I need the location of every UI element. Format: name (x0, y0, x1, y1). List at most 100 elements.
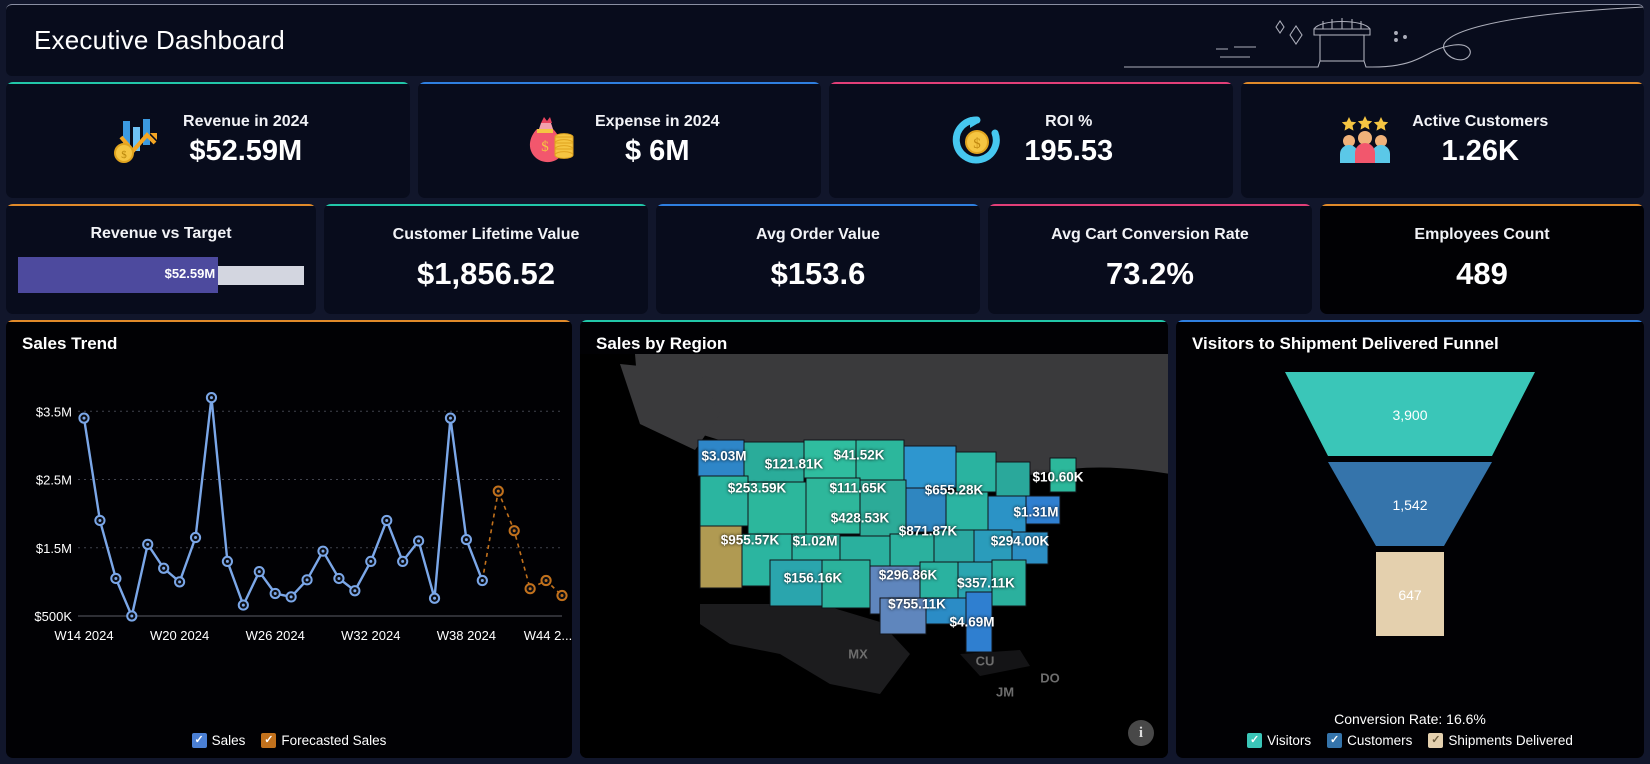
kpi-card-revenue[interactable]: $ Revenue in 2024 $52.59M (6, 82, 410, 198)
svg-text:W20 2024: W20 2024 (150, 628, 209, 643)
checkbox-icon[interactable]: ✓ (1428, 733, 1443, 748)
map-country-label: CU (976, 654, 995, 669)
funnel-conversion-rate: Conversion Rate: 16.6% (1176, 711, 1644, 729)
svg-text:$1.5M: $1.5M (36, 541, 72, 556)
svg-text:W38 2024: W38 2024 (437, 628, 496, 643)
kpi-label: Revenue vs Target (90, 225, 231, 243)
kpi-row-secondary: Revenue vs Target $52.59M Customer Lifet… (6, 204, 1644, 314)
legend-item-shipments-delivered[interactable]: ✓ Shipments Delivered (1428, 733, 1573, 748)
kpi-label: Active Customers (1412, 113, 1548, 131)
panel-sales-trend: Sales Trend $500K $1.5M $2.5M $3.5M W14 2024… (6, 320, 572, 758)
legend-item-customers[interactable]: ✓ Customers (1327, 733, 1412, 748)
checkbox-icon[interactable]: ✓ (192, 733, 207, 748)
info-icon[interactable]: i (1128, 720, 1154, 746)
page-title: Executive Dashboard (34, 25, 285, 56)
kpi-card-active-customers[interactable]: Active Customers 1.26K (1241, 82, 1645, 198)
map-country-label: JM (996, 685, 1014, 700)
map-region-value-label: $655.28K (925, 483, 984, 498)
legend-item-sales[interactable]: ✓ Sales (192, 733, 246, 748)
bar-chart-money-icon: $ (107, 111, 165, 169)
map-region-value-label: $3.03M (701, 449, 746, 464)
legend-label: Sales (212, 733, 246, 748)
kpi-label: Customer Lifetime Value (393, 226, 580, 244)
map-country-label: MX (848, 647, 868, 662)
kpi-value: $153.6 (771, 256, 866, 292)
legend-item-forecasted-sales[interactable]: ✓ Forecasted Sales (261, 733, 386, 748)
kpi-card-employees-count[interactable]: Employees Count 489 (1320, 204, 1644, 314)
kpi-card-expense[interactable]: $ Expense in 2024 $ 6M (418, 82, 822, 198)
map-region-value-label: $121.81K (765, 457, 824, 472)
map-region-value-label: $955.57K (721, 533, 780, 548)
kpi-label: Revenue in 2024 (183, 113, 308, 131)
kpi-label: Avg Order Value (756, 226, 880, 244)
map-region-value-label: $296.86K (879, 568, 938, 583)
dashboard-root: Executive Dashboard (0, 0, 1650, 764)
svg-text:647: 647 (1398, 587, 1422, 603)
storefront-line-art-icon (1124, 5, 1644, 76)
svg-text:W44 2...: W44 2... (524, 628, 572, 643)
map-region-value-label: $428.53K (831, 511, 890, 526)
funnel-chart[interactable]: 3,900 1,542 647 (1176, 354, 1644, 711)
map-region-value-label: $111.65K (829, 481, 886, 496)
legend-label: Visitors (1267, 733, 1311, 748)
charts-row: Sales Trend $500K $1.5M $2.5M $3.5M W14 2024… (6, 320, 1644, 758)
svg-text:$2.5M: $2.5M (36, 473, 72, 488)
panel-funnel: Visitors to Shipment Delivered Funnel 3,… (1176, 320, 1644, 758)
map-region-value-label: $10.60K (1032, 470, 1083, 485)
money-bag-icon: $ (519, 111, 577, 169)
kpi-card-avg-order-value[interactable]: Avg Order Value $153.6 (656, 204, 980, 314)
legend-item-visitors[interactable]: ✓ Visitors (1247, 733, 1311, 748)
kpi-card-clv[interactable]: Customer Lifetime Value $1,856.52 (324, 204, 648, 314)
panel-sales-by-region: Sales by Region $3.03M$121.81K$41.52K$10… (580, 320, 1168, 758)
legend-label: Customers (1347, 733, 1412, 748)
svg-text:$3.5M: $3.5M (36, 404, 72, 419)
kpi-value: $1,856.52 (417, 256, 555, 292)
map-region-value-label: $253.59K (728, 481, 787, 496)
svg-text:3,900: 3,900 (1392, 407, 1427, 423)
kpi-value: 195.53 (1024, 135, 1113, 168)
svg-text:W32 2024: W32 2024 (341, 628, 400, 643)
funnel-legend: ✓ Visitors ✓ Customers ✓ Shipments Deliv… (1176, 729, 1644, 758)
sales-trend-legend: ✓ Sales ✓ Forecasted Sales (6, 729, 572, 758)
map-region-value-label: $1.31M (1013, 505, 1058, 520)
map-region-value-label: $156.16K (784, 571, 843, 586)
checkbox-icon[interactable]: ✓ (1327, 733, 1342, 748)
svg-text:$500K: $500K (34, 609, 72, 624)
kpi-value: 73.2% (1106, 256, 1194, 292)
kpi-value: 489 (1456, 256, 1508, 292)
legend-label: Shipments Delivered (1448, 733, 1573, 748)
svg-text:$: $ (974, 136, 982, 152)
svg-text:$: $ (541, 139, 549, 155)
map-canvas[interactable]: $3.03M $121.81K $41.52K $10.60K $253.59K $111… (580, 354, 1168, 758)
sales-by-region-map[interactable]: $3.03M $121.81K $41.52K $10.60K $253.59K $111… (580, 354, 1168, 758)
checkbox-icon[interactable]: ✓ (1247, 733, 1262, 748)
checkbox-icon[interactable]: ✓ (261, 733, 276, 748)
sales-trend-chart[interactable]: $500K $1.5M $2.5M $3.5M W14 2024 W20 2024 W26 … (6, 354, 572, 729)
kpi-label: ROI % (1045, 113, 1092, 131)
map-region-value-label: $294.00K (991, 534, 1050, 549)
kpi-card-avg-cart-conversion[interactable]: Avg Cart Conversion Rate 73.2% (988, 204, 1312, 314)
kpi-value: $52.59M (189, 135, 302, 168)
map-country-label: DO (1040, 671, 1060, 686)
kpi-label: Avg Cart Conversion Rate (1051, 226, 1249, 244)
bullet-value-label: $52.59M (165, 266, 219, 281)
kpi-label: Employees Count (1414, 226, 1549, 244)
panel-title: Visitors to Shipment Delivered Funnel (1176, 320, 1644, 354)
svg-text:W26 2024: W26 2024 (246, 628, 305, 643)
map-region-value-label: $755.11K (888, 597, 946, 612)
map-region-value-label: $357.11K (957, 576, 1015, 591)
map-region-value-label: $871.87K (899, 524, 958, 539)
svg-text:1,542: 1,542 (1392, 497, 1427, 513)
revenue-vs-target-bullet-bar: $52.59M (18, 257, 304, 293)
kpi-value: 1.26K (1442, 135, 1519, 168)
map-region-value-label: $1.02M (792, 534, 837, 549)
kpi-card-roi[interactable]: $ ROI % 195.53 (829, 82, 1233, 198)
kpi-card-revenue-vs-target[interactable]: Revenue vs Target $52.59M (6, 204, 316, 314)
kpi-row-primary: $ Revenue in 2024 $52.59M $ (6, 82, 1644, 198)
svg-text:W14 2024: W14 2024 (54, 628, 113, 643)
kpi-label: Expense in 2024 (595, 113, 720, 131)
kpi-value: $ 6M (625, 135, 689, 168)
roi-refresh-coin-icon: $ (948, 111, 1006, 169)
map-region-value-label: $41.52K (833, 448, 884, 463)
panel-title: Sales Trend (6, 320, 572, 354)
